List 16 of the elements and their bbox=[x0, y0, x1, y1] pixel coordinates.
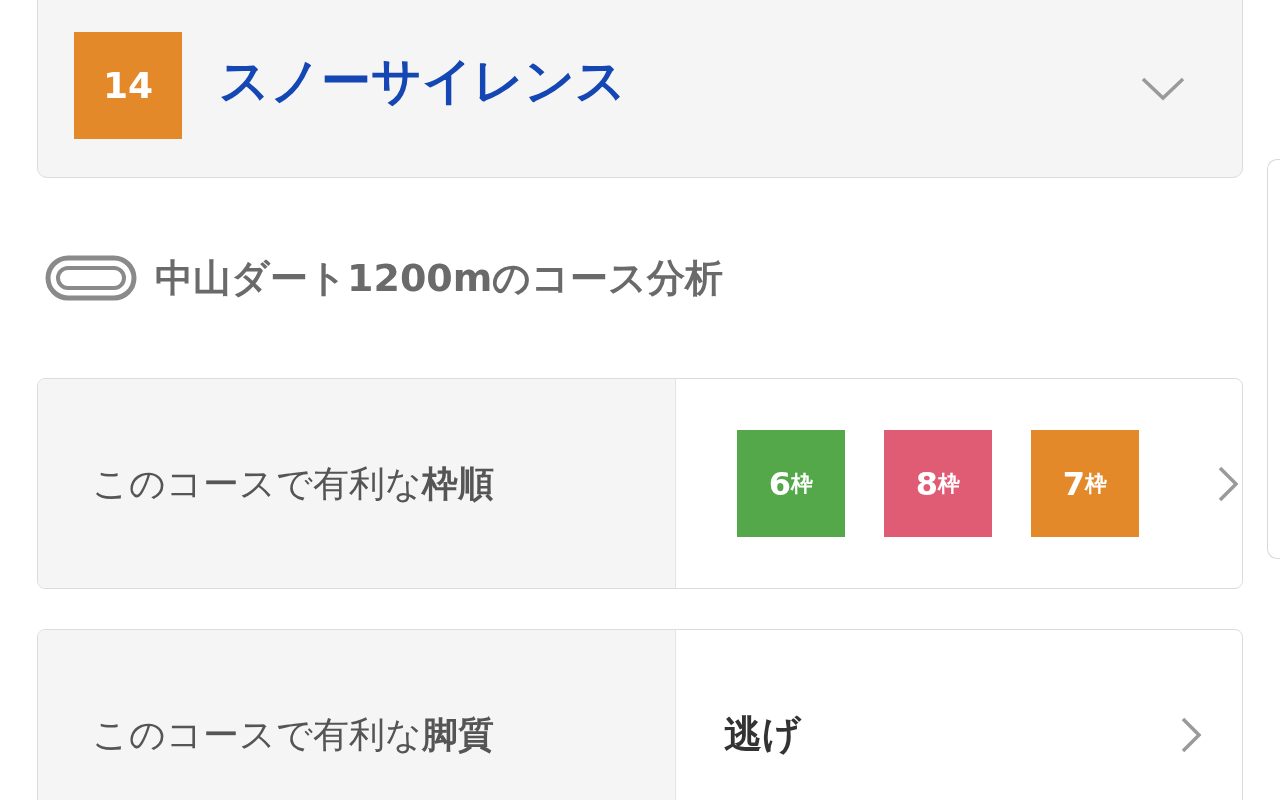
row-label: このコースで有利な脚質 bbox=[92, 712, 494, 757]
horse-number-badge: 14 bbox=[74, 32, 182, 139]
chevron-right-icon bbox=[1217, 464, 1239, 503]
chevron-right-icon bbox=[1180, 715, 1202, 754]
course-info-row[interactable]: このコースで有利な枠順 6枠 8枠 7枠 bbox=[37, 378, 1243, 589]
horse-name[interactable]: スノーサイレンス bbox=[219, 44, 626, 119]
frame-badge: 8枠 bbox=[884, 430, 992, 537]
running-style-value: 逃げ bbox=[724, 711, 801, 758]
chevron-down-icon bbox=[1140, 75, 1186, 102]
course-analysis-heading: 中山ダート1200mのコース分析 bbox=[155, 254, 724, 302]
course-info-row[interactable]: このコースで有利な脚質 逃げ bbox=[37, 629, 1243, 800]
track-icon bbox=[45, 255, 137, 301]
row-label: このコースで有利な枠順 bbox=[92, 461, 494, 506]
horse-card[interactable]: 14 スノーサイレンス bbox=[37, 0, 1243, 178]
frame-badge: 7枠 bbox=[1031, 430, 1139, 537]
frame-badge: 6枠 bbox=[737, 430, 845, 537]
